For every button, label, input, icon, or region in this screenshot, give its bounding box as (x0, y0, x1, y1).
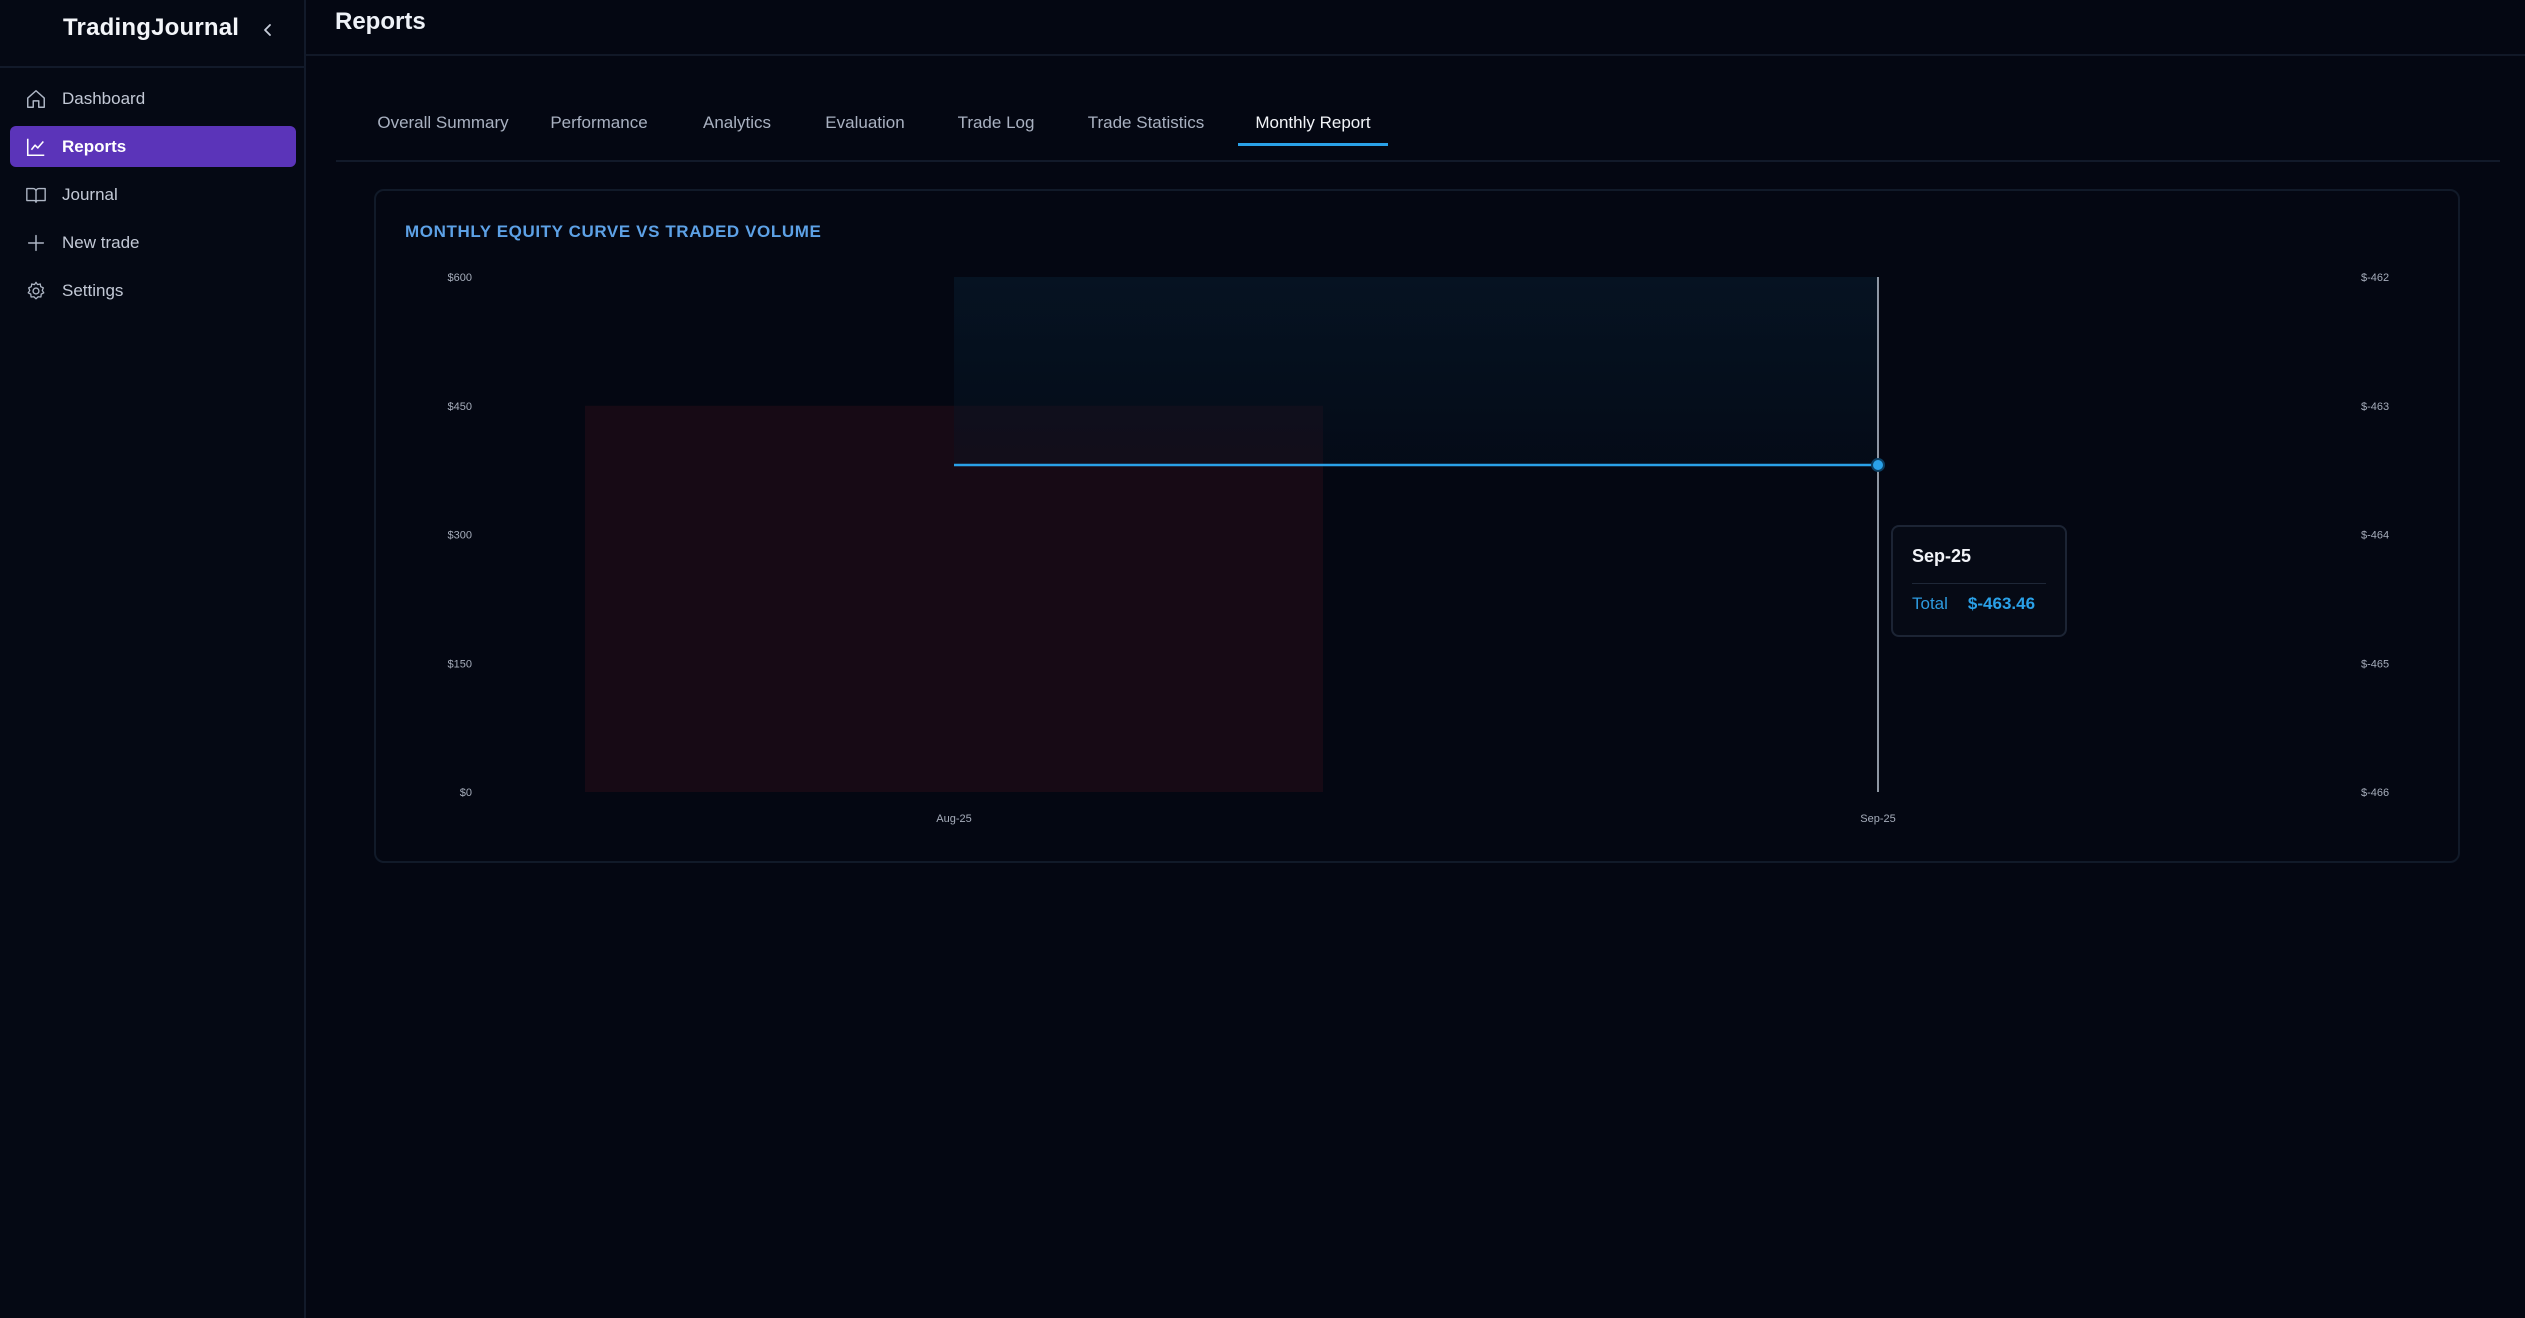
tooltip-series-label: Total (1912, 594, 1948, 613)
x-axis-tick: Aug-25 (936, 813, 971, 825)
right-axis-tick: $-464 (2361, 530, 2389, 542)
equity-volume-chart[interactable]: $600 $450 $300 $150 $0 $-462 $-463 $-464 $-465 $-… (0, 0, 2525, 1318)
chart-tooltip: Sep-25 Total $-463.46 (1891, 525, 2067, 637)
right-axis-tick: $-462 (2361, 272, 2389, 284)
equity-point-active (1871, 457, 1885, 472)
left-axis-tick: $150 (448, 658, 472, 670)
equity-area (954, 277, 1878, 465)
tooltip-divider (1912, 583, 2046, 584)
left-axis-tick: $600 (448, 272, 472, 284)
right-axis-tick: $-466 (2361, 787, 2389, 799)
tooltip-category: Sep-25 (1912, 546, 1972, 566)
tooltip-row: Total $-463.46 (1912, 594, 2035, 614)
left-axis-tick: $450 (448, 401, 472, 413)
left-axis-tick: $300 (448, 530, 472, 542)
tooltip-value: $-463.46 (1967, 594, 2036, 613)
app-root: TradingJournal Dashboard Reports Journal… (0, 0, 2525, 1318)
right-axis-tick: $-463 (2361, 401, 2389, 413)
left-axis-tick: $0 (460, 787, 472, 799)
right-axis-tick: $-465 (2361, 658, 2389, 670)
x-axis-tick: Sep-25 (1860, 813, 1895, 825)
